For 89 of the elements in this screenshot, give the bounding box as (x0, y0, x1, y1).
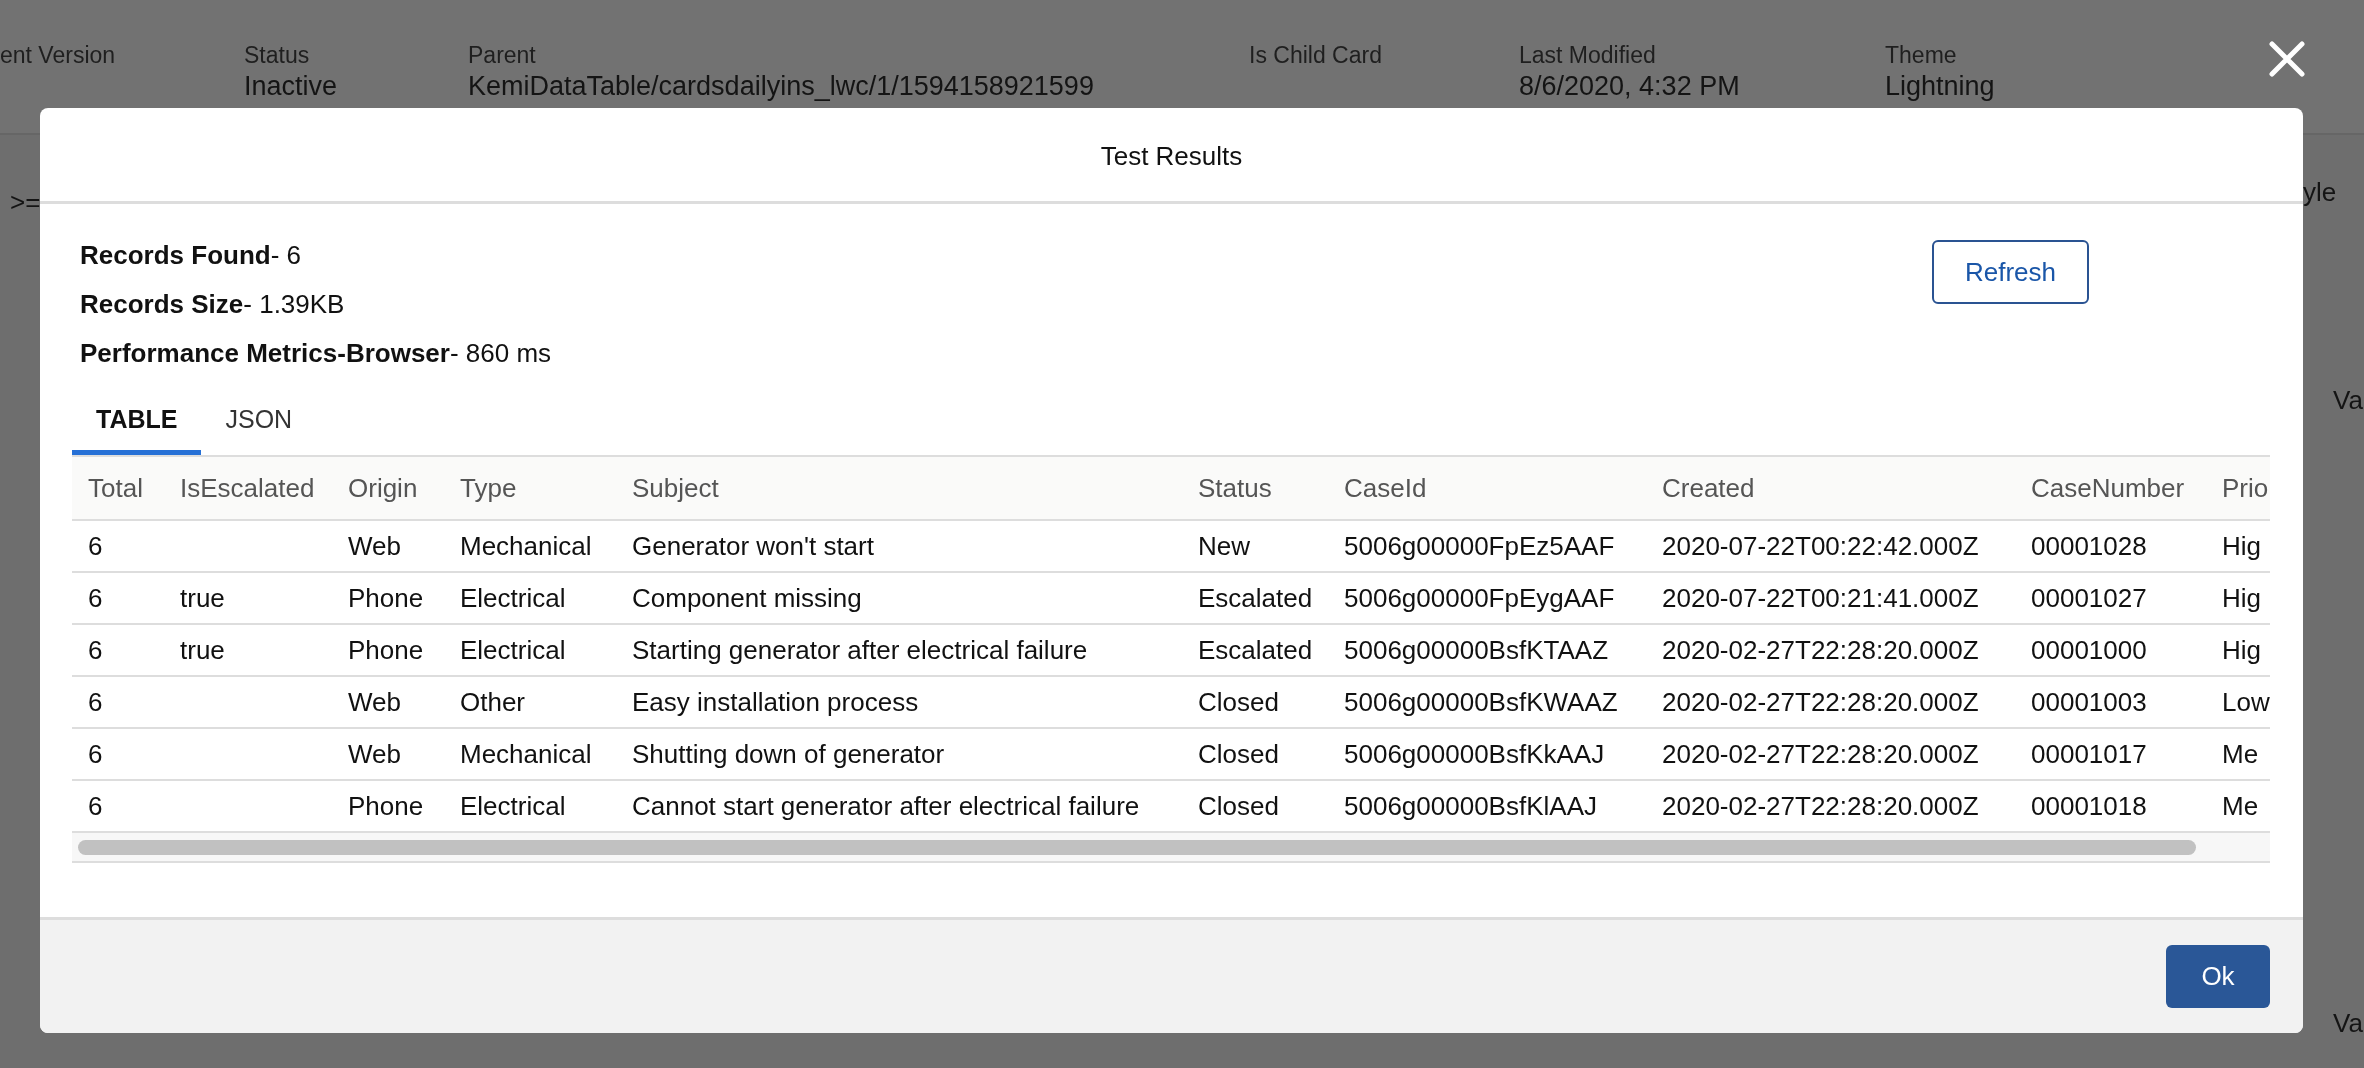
table-cell-text: 00001028 (2030, 530, 2148, 562)
table-cell-text: 2020-02-27T22:28:20.000Z (1661, 738, 1980, 770)
table-cell-text: Starting generator after electrical failure (631, 634, 1089, 666)
field-value: 8/6/2020, 4:32 PM (1519, 71, 1740, 102)
table-cell-text: Web (347, 686, 402, 718)
field-label: ent Version (0, 42, 116, 69)
table-cell-text: 2020-02-27T22:28:20.000Z (1661, 686, 1980, 718)
table-cell-text: 5006g00000BsfKWAAZ (1343, 686, 1619, 718)
column-header: Subject (631, 472, 720, 504)
table-cell-text: 5006g00000BsfKTAAZ (1343, 634, 1610, 666)
table-cell-text: Electrical (459, 790, 567, 822)
field-value: Inactive (244, 71, 338, 102)
column-header: IsEscalated (179, 472, 316, 504)
table-cell-text: Closed (1197, 738, 1280, 770)
table-cell-text: 00001000 (2030, 634, 2148, 666)
table-cell-text: 5006g00000BsfKlAAJ (1343, 790, 1598, 822)
field-label: Status (244, 42, 310, 69)
table-cell-text: Hig (2221, 634, 2262, 666)
table-cell-text: Phone (347, 634, 425, 666)
table-cell-text: 2020-07-22T00:22:42.000Z (1661, 530, 1980, 562)
table-cell-text: Hig (2221, 530, 2262, 562)
column-header: CaseId (1343, 472, 1428, 504)
column-header: Prio (2221, 472, 2270, 504)
table-cell-text: 5006g00000FpEygAAF (1343, 582, 1616, 614)
table-cell-text: Escalated (1197, 634, 1314, 666)
stat-text: Records Size- 1.39KB (80, 289, 345, 320)
field-value: KemiDataTable/cardsdailyins_lwc/1/1594158921599 (468, 71, 1094, 102)
field-label: Parent (468, 42, 536, 69)
table-cell-text: 5006g00000BsfKkAAJ (1343, 738, 1606, 770)
ok-button[interactable]: Ok (2166, 945, 2270, 1008)
table-cell-text: 2020-02-27T22:28:20.000Z (1661, 634, 1980, 666)
column-header: Type (459, 472, 518, 504)
table-cell-text: 00001018 (2030, 790, 2148, 822)
table-cell-text: New (1197, 530, 1251, 562)
table-cell-text: Phone (347, 790, 425, 822)
field-value: Lightning (1885, 71, 1995, 102)
table-cell-text: Closed (1197, 686, 1280, 718)
table-cell-text: true (179, 582, 226, 614)
table-cell-text: Closed (1197, 790, 1280, 822)
background-text: >= (10, 187, 41, 218)
table-cell-text: 2020-02-27T22:28:20.000Z (1661, 790, 1980, 822)
table-cell-text: 6 (87, 738, 104, 770)
table-cell-text: Me (2221, 738, 2260, 770)
table-cell-text: Escalated (1197, 582, 1314, 614)
table-cell-text: Cannot start generator after electrical failure (631, 790, 1141, 822)
close-icon[interactable] (2269, 41, 2305, 77)
tab[interactable]: JSON (201, 389, 317, 455)
field-label: Is Child Card (1249, 42, 1382, 69)
background-text: Va (2333, 385, 2363, 416)
modal-title: Test Results (1100, 141, 1243, 172)
table-cell-text: Electrical (459, 582, 567, 614)
table-cell-text: Web (347, 530, 402, 562)
column-header: Created (1661, 472, 1756, 504)
table-cell-text: Low (2221, 686, 2270, 718)
table-cell-text: 2020-07-22T00:21:41.000Z (1661, 582, 1980, 614)
table-cell-text: Hig (2221, 582, 2262, 614)
table-cell-text: 00001027 (2030, 582, 2148, 614)
table-cell-text: Generator won't start (631, 530, 875, 562)
table-cell-text: 6 (87, 634, 104, 666)
table-cell-text: 6 (87, 790, 104, 822)
table-cell-text: 00001003 (2030, 686, 2148, 718)
table-cell-text: Phone (347, 582, 425, 614)
field-label: Theme (1885, 42, 1957, 69)
table-cell-text: Other (459, 686, 527, 718)
table-cell-text: Shutting down of generator (631, 738, 946, 770)
table-cell-text: 5006g00000FpEz5AAF (1343, 530, 1616, 562)
background-text: yle (2303, 177, 2337, 208)
table-cell-text: Component missing (631, 582, 863, 614)
table-cell-text: 6 (87, 686, 104, 718)
table-cell-text: 00001017 (2030, 738, 2148, 770)
stat-text: Records Found- 6 (80, 240, 301, 271)
table-cell-text: Easy installation process (631, 686, 920, 718)
background-text: Va (2333, 1008, 2363, 1039)
stat-text: Performance Metrics-Browser- 860 ms (80, 338, 552, 369)
table-cell-text: Mechanical (459, 738, 593, 770)
table-cell-text: true (179, 634, 226, 666)
column-header: CaseNumber (2030, 472, 2186, 504)
table-cell-text: Mechanical (459, 530, 593, 562)
column-header: Status (1197, 472, 1273, 504)
refresh-button[interactable]: Refresh (1932, 240, 2089, 304)
column-header: Origin (347, 472, 419, 504)
table-cell-text: Electrical (459, 634, 567, 666)
table-cell-text: 6 (87, 582, 104, 614)
field-label: Last Modified (1519, 42, 1656, 69)
table-cell-text: 6 (87, 530, 104, 562)
table-cell-text: Web (347, 738, 402, 770)
column-header: Total (87, 472, 144, 504)
table-cell-text: Me (2221, 790, 2260, 822)
scrollbar-thumb[interactable] (78, 839, 2196, 855)
